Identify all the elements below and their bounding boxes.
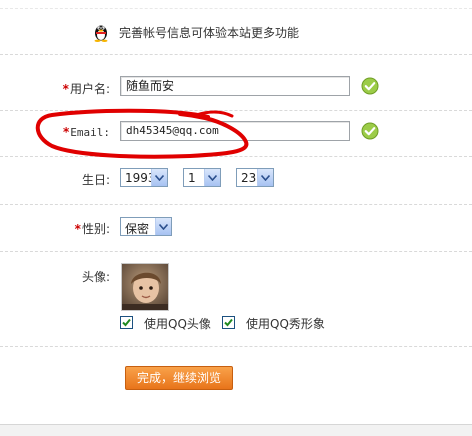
valid-check-icon xyxy=(361,122,379,140)
use-qq-avatar-checkbox[interactable] xyxy=(120,316,133,329)
birthday-label: 生日: xyxy=(0,171,110,188)
use-qq-avatar-option[interactable]: 使用QQ头像 xyxy=(120,315,211,331)
avatar-image xyxy=(121,263,169,311)
email-label-text: Email: xyxy=(70,126,110,139)
birth-year-select[interactable]: 1993 xyxy=(120,168,168,187)
username-label-text: 用户名: xyxy=(69,82,110,96)
use-qq-show-label: 使用QQ秀形象 xyxy=(246,317,325,331)
email-value: dh45345@qq.com xyxy=(126,124,219,137)
separator xyxy=(0,156,472,157)
required-marker: * xyxy=(62,82,69,96)
gender-value: 保密 xyxy=(125,222,150,236)
use-qq-show-option[interactable]: 使用QQ秀形象 xyxy=(222,315,332,331)
birth-month-value: 1 xyxy=(188,171,196,185)
separator xyxy=(0,251,472,252)
use-qq-show-checkbox[interactable] xyxy=(222,316,235,329)
page-footer-strip xyxy=(0,424,472,436)
email-input[interactable]: dh45345@qq.com xyxy=(120,121,350,141)
gender-label: *性别: xyxy=(0,220,110,237)
separator xyxy=(0,54,472,55)
separator xyxy=(0,8,472,9)
chevron-down-icon xyxy=(257,169,273,186)
birth-day-select[interactable]: 23 xyxy=(236,168,274,187)
email-label: *Email: xyxy=(0,125,110,139)
separator xyxy=(0,346,472,347)
separator xyxy=(0,110,472,111)
chevron-down-icon xyxy=(155,218,171,235)
username-label: *用户名: xyxy=(0,80,110,97)
username-input[interactable]: 随鱼而安 xyxy=(120,76,350,96)
avatar-label-text: 头像: xyxy=(81,270,110,284)
gender-label-text: 性别: xyxy=(81,222,110,236)
required-marker: * xyxy=(74,222,81,236)
submit-button[interactable]: 完成，继续浏览 xyxy=(125,366,233,390)
banner-text: 完善帐号信息可体验本站更多功能 xyxy=(119,26,300,40)
avatar-label: 头像: xyxy=(0,268,110,285)
qq-penguin-icon xyxy=(93,22,109,42)
gender-select[interactable]: 保密 xyxy=(120,217,172,236)
required-marker: * xyxy=(62,125,70,139)
chevron-down-icon xyxy=(151,169,167,186)
profile-form-panel xyxy=(0,0,472,425)
username-value: 随鱼而安 xyxy=(126,79,175,93)
separator xyxy=(0,204,472,205)
valid-check-icon xyxy=(361,77,379,95)
birth-month-select[interactable]: 1 xyxy=(183,168,221,187)
chevron-down-icon xyxy=(204,169,220,186)
birthday-label-text: 生日: xyxy=(81,173,110,187)
use-qq-avatar-label: 使用QQ头像 xyxy=(144,317,211,331)
birth-day-value: 23 xyxy=(241,171,257,185)
